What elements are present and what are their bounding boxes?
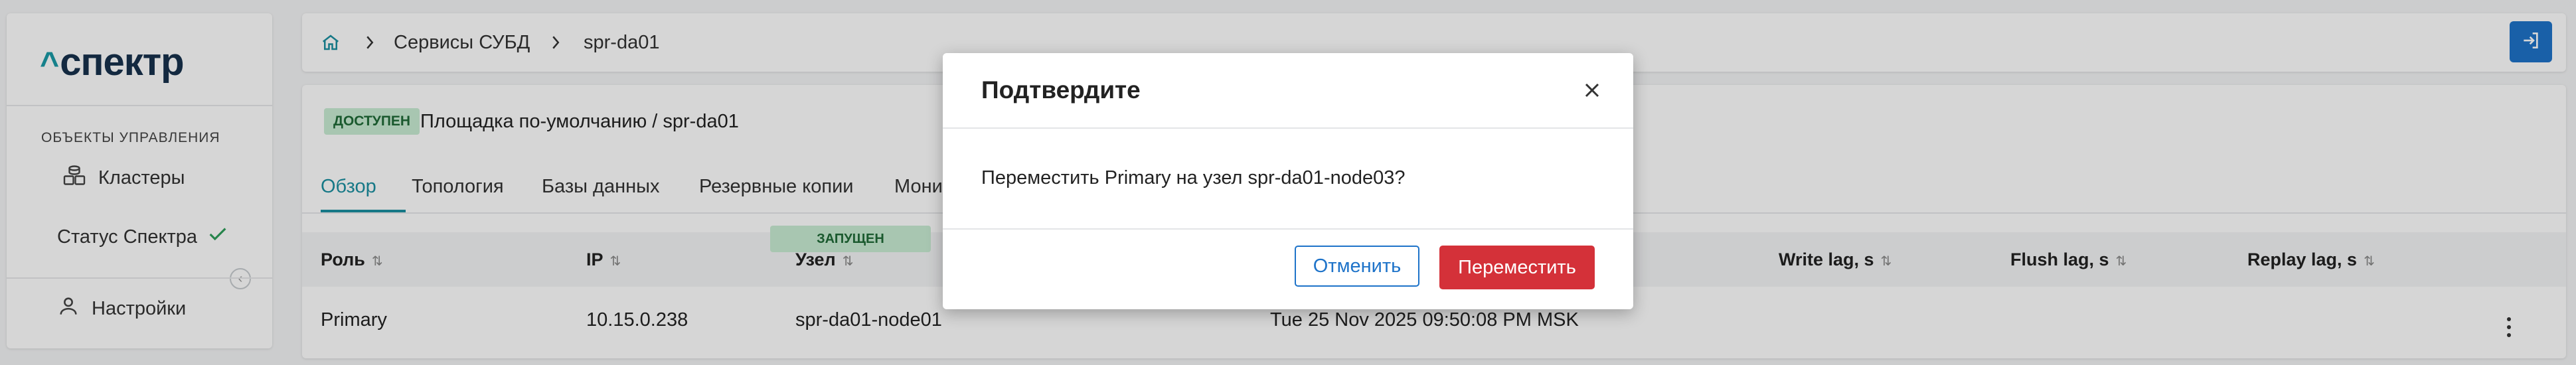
dialog-message: Переместить Primary на узел spr-da01-nod… [981,167,1406,188]
dialog-divider [943,228,1633,230]
confirm-dialog: Подтвердите Переместить Primary на узел … [943,53,1633,309]
dialog-title: Подтвердите [981,76,1141,104]
close-icon[interactable] [1580,78,1604,102]
cancel-button[interactable]: Отменить [1295,246,1419,287]
move-button[interactable]: Переместить [1439,246,1595,289]
